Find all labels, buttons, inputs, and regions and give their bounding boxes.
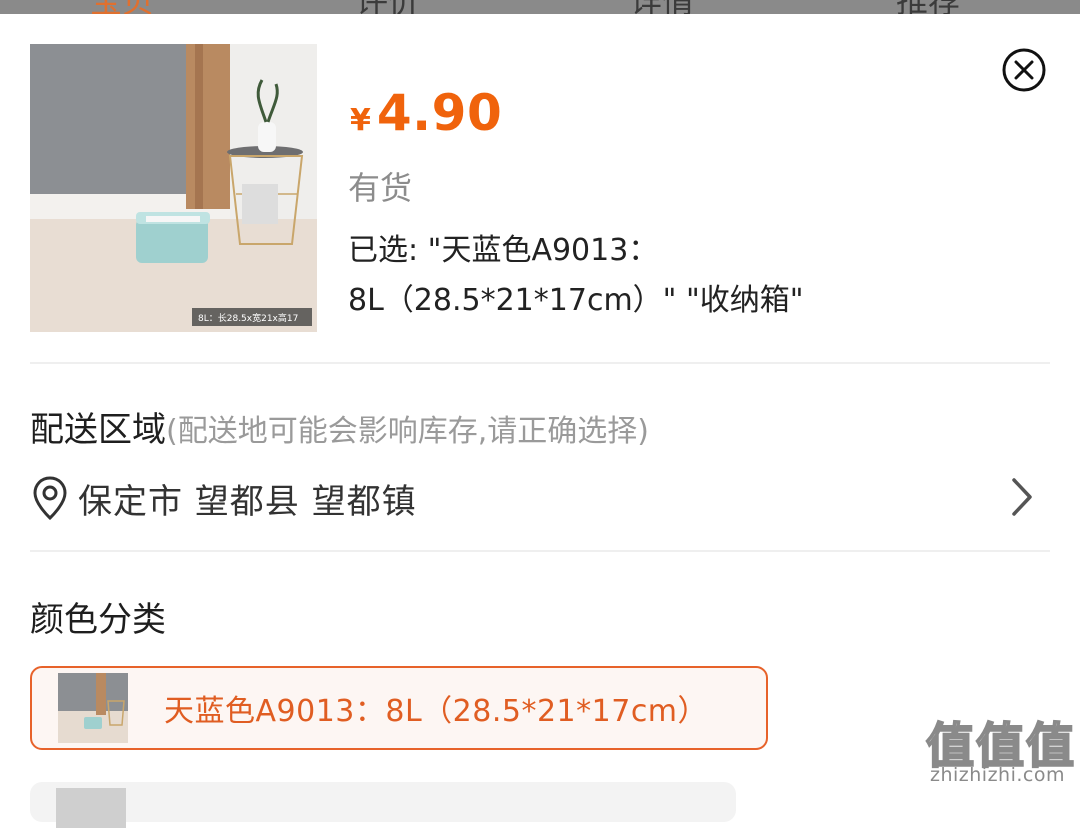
delivery-hint: (配送地可能会影响库存,请正确选择) bbox=[166, 414, 649, 449]
delivery-section-title: 配送区域(配送地可能会影响库存,请正确选择) bbox=[30, 402, 649, 451]
price-value: 4.90 bbox=[376, 84, 503, 142]
selected-spec-line-1: 已选: "天蓝色A9013： bbox=[348, 233, 659, 268]
location-pin-icon bbox=[33, 476, 67, 521]
tab-baby[interactable]: 宝贝 bbox=[90, 0, 154, 14]
selected-spec: 已选: "天蓝色A9013： 8L（28.5*21*17cm）" "收纳箱" bbox=[348, 226, 1048, 326]
delivery-location-selector[interactable]: 保定市 望都县 望都镇 bbox=[30, 472, 1050, 524]
watermark: 值值值 zhizhizhi.com bbox=[925, 706, 1076, 792]
product-image[interactable]: 8L：长28.5x宽21x高17 bbox=[30, 44, 317, 332]
color-section-title: 颜色分类 bbox=[30, 600, 166, 640]
close-button[interactable] bbox=[1002, 48, 1046, 92]
option-thumbnail bbox=[56, 788, 126, 828]
chevron-right-icon bbox=[1012, 478, 1032, 516]
close-icon bbox=[1002, 48, 1046, 92]
divider bbox=[30, 550, 1050, 552]
tab-details[interactable]: 详情 bbox=[630, 0, 694, 14]
watermark-url: zhizhizhi.com bbox=[930, 764, 1066, 786]
price: ¥ 4.90 bbox=[350, 84, 502, 142]
option-thumbnail bbox=[58, 673, 128, 743]
image-size-caption: 8L：长28.5x宽21x高17 bbox=[198, 312, 298, 324]
divider bbox=[30, 362, 1050, 364]
delivery-location-text: 保定市 望都县 望都镇 bbox=[78, 481, 417, 522]
stock-status: 有货 bbox=[348, 169, 413, 207]
selected-spec-line-2: 8L（28.5*21*17cm）" "收纳箱" bbox=[348, 283, 804, 318]
top-nav-bar: 宝贝 评价 详情 推荐 bbox=[0, 0, 1080, 14]
color-option[interactable] bbox=[30, 782, 736, 828]
tab-recommend[interactable]: 推荐 bbox=[896, 0, 960, 14]
color-option-label: 天蓝色A9013：8L（28.5*21*17cm） bbox=[164, 694, 709, 729]
currency-symbol: ¥ bbox=[350, 103, 371, 138]
tab-reviews[interactable]: 评价 bbox=[356, 0, 420, 14]
color-option-selected[interactable]: 天蓝色A9013：8L（28.5*21*17cm） bbox=[30, 666, 768, 750]
delivery-title: 配送区域 bbox=[30, 410, 166, 450]
